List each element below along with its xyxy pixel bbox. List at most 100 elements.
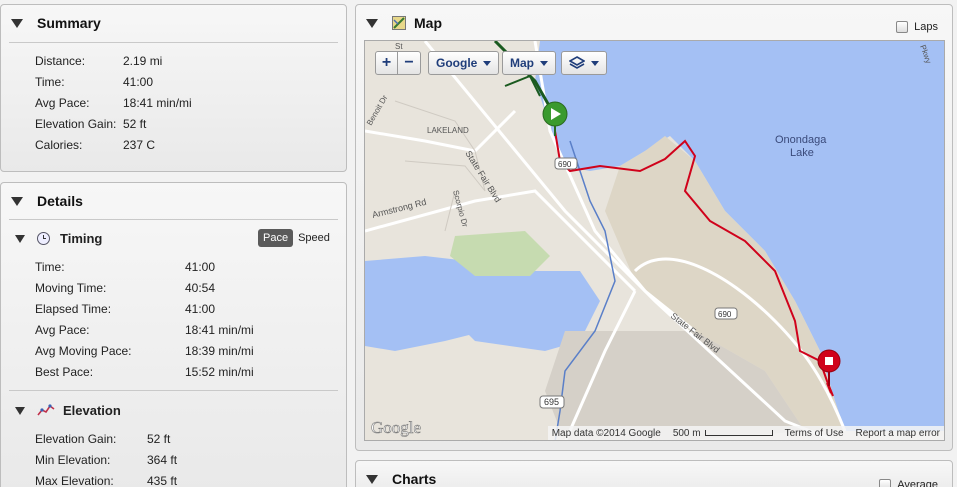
map-label-lakeland: LAKELAND	[427, 126, 469, 135]
timing-label: Avg Pace:	[35, 323, 90, 337]
map-scale: 500 m	[673, 428, 773, 439]
map-data-credit: Map data ©2014 Google	[551, 427, 661, 439]
chevron-down-icon	[591, 60, 599, 66]
map-graphic[interactable]: 690 690 695 Onondaga Lake LAKELAND State…	[365, 41, 945, 441]
map-provider-label: Google	[436, 56, 478, 70]
summary-row: Avg Pace: 18:41 min/mi	[35, 96, 192, 110]
laps-toggle[interactable]: Laps	[896, 21, 938, 33]
average-label: Average	[897, 479, 938, 487]
elevation-row: Max Elevation: 435 ft	[35, 474, 177, 487]
summary-row: Distance: 2.19 mi	[35, 54, 162, 68]
clock-icon	[37, 232, 50, 245]
pace-speed-toggle[interactable]: Pace Speed	[258, 229, 335, 247]
chevron-down-icon	[540, 60, 548, 66]
collapse-triangle-icon[interactable]	[11, 196, 23, 206]
timing-row: Avg Pace: 18:41 min/mi	[35, 323, 254, 337]
summary-value: 18:41 min/mi	[123, 96, 192, 110]
zoom-controls: + −	[375, 51, 421, 75]
collapse-triangle-icon[interactable]	[366, 474, 378, 484]
timing-value: 40:54	[185, 281, 216, 295]
elevation-value: 364 ft	[147, 453, 178, 467]
layers-dropdown[interactable]	[561, 51, 607, 75]
layers-icon	[569, 56, 585, 69]
elevation-label: Elevation Gain:	[35, 432, 117, 446]
map-attribution: Map data ©2014 Google 500 m Terms of Use…	[547, 426, 944, 440]
summary-value: 237 C	[123, 138, 156, 152]
speed-toggle-button[interactable]: Speed	[293, 229, 335, 247]
laps-label: Laps	[914, 21, 938, 33]
map-provider-dropdown[interactable]: Google	[428, 51, 500, 75]
summary-header[interactable]: Summary	[11, 15, 101, 31]
collapse-triangle-icon[interactable]	[366, 18, 378, 28]
timing-row: Elapsed Time: 41:00	[35, 302, 215, 316]
elevation-value: 435 ft	[147, 474, 178, 487]
details-header[interactable]: Details	[11, 193, 83, 209]
details-divider	[9, 219, 338, 220]
report-map-error-link[interactable]: Report a map error	[856, 428, 940, 439]
charts-title: Charts	[392, 471, 437, 487]
summary-row: Time: 41:00	[35, 75, 153, 89]
zoom-out-button[interactable]: −	[398, 52, 420, 74]
details-panel: Details Timing Pace Speed Time: 41:00 Mov…	[0, 182, 347, 487]
collapse-triangle-icon[interactable]	[15, 234, 25, 243]
details-title: Details	[37, 193, 83, 209]
charts-panel: Charts Average	[355, 460, 953, 487]
timing-title: Timing	[60, 231, 103, 246]
laps-checkbox[interactable]	[896, 21, 909, 33]
elevation-label: Min Elevation:	[35, 453, 111, 467]
map-type-label: Map	[510, 56, 534, 70]
summary-label: Calories:	[35, 138, 83, 152]
map-panel: Map Laps 690 690 695 Onondaga Lake LAKEL…	[355, 4, 953, 451]
timing-value: 18:39 min/mi	[185, 344, 254, 358]
terms-of-use-link[interactable]: Terms of Use	[785, 428, 844, 439]
timing-header[interactable]: Timing	[15, 231, 102, 246]
map-canvas[interactable]: 690 690 695 Onondaga Lake LAKELAND State…	[364, 40, 945, 441]
summary-label: Avg Pace:	[35, 96, 90, 110]
elevation-title: Elevation	[63, 403, 121, 418]
summary-value: 2.19 mi	[123, 54, 163, 68]
collapse-triangle-icon[interactable]	[11, 18, 23, 28]
timing-label: Moving Time:	[35, 281, 107, 295]
average-checkbox[interactable]	[879, 479, 892, 487]
zoom-in-button[interactable]: +	[376, 52, 398, 74]
elevation-label: Max Elevation:	[35, 474, 114, 487]
summary-title: Summary	[37, 15, 101, 31]
timing-label: Time:	[35, 260, 65, 274]
timing-label: Elapsed Time:	[35, 302, 112, 316]
map-label-st: St	[395, 42, 403, 51]
timing-value: 41:00	[185, 302, 216, 316]
elevation-row: Min Elevation: 364 ft	[35, 453, 177, 467]
elevation-divider	[9, 390, 338, 391]
elevation-row: Elevation Gain: 52 ft	[35, 432, 170, 446]
summary-label: Distance:	[35, 54, 86, 68]
map-scale-label: 500 m	[672, 427, 701, 439]
charts-header[interactable]: Charts	[366, 471, 436, 487]
timing-row: Avg Moving Pace: 18:39 min/mi	[35, 344, 254, 358]
map-type-dropdown[interactable]: Map	[502, 51, 556, 75]
summary-label: Elevation Gain:	[35, 117, 117, 131]
map-label-route-695: 695	[544, 397, 559, 407]
average-toggle[interactable]: Average	[879, 479, 938, 487]
collapse-triangle-icon[interactable]	[15, 406, 25, 415]
map-label-lake-line1: Onondaga	[775, 134, 827, 146]
summary-label: Time:	[35, 75, 65, 89]
summary-row: Elevation Gain: 52 ft	[35, 117, 146, 131]
timing-value: 15:52 min/mi	[185, 365, 254, 379]
map-scale-bar	[704, 430, 773, 436]
map-header[interactable]: Map	[366, 15, 442, 31]
pace-toggle-button[interactable]: Pace	[258, 229, 294, 247]
timing-row: Time: 41:00	[35, 260, 215, 274]
timing-label: Best Pace:	[35, 365, 94, 379]
timing-row: Moving Time: 40:54	[35, 281, 215, 295]
summary-divider	[9, 42, 338, 43]
map-label-route-690a: 690	[558, 160, 572, 169]
elevation-header[interactable]: Elevation	[15, 403, 121, 418]
timing-value: 41:00	[185, 260, 216, 274]
summary-row: Calories: 237 C	[35, 138, 155, 152]
map-title: Map	[414, 15, 442, 31]
chevron-down-icon	[483, 60, 492, 66]
map-label-route-690b: 690	[718, 310, 732, 319]
timing-label: Avg Moving Pace:	[35, 344, 132, 358]
summary-value: 52 ft	[123, 117, 147, 131]
google-logo: Google	[371, 418, 421, 437]
